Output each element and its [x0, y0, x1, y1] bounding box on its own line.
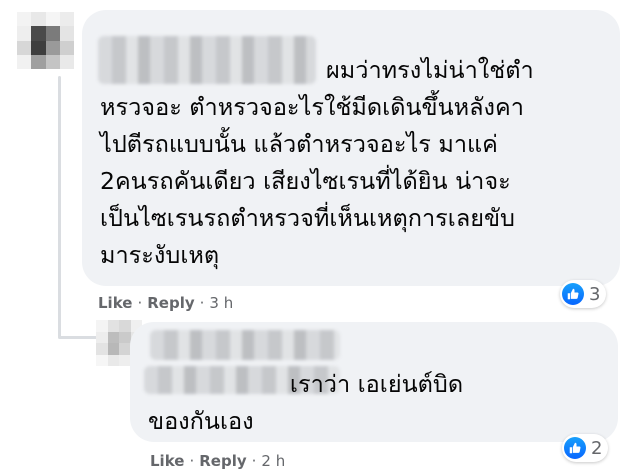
timestamp[interactable]: 2 h — [261, 452, 285, 470]
like-icon — [564, 437, 586, 459]
thread-line — [58, 76, 61, 338]
comment-text-line: เป็นไซเรนรถตำหรวจที่เห็นเหตุการเลยขับ — [100, 204, 515, 232]
comment-text: ผมว่าทรงไม่น่าใช่ตำหรวจอะ ตำหรวจอะไรใช้ม… — [100, 52, 534, 274]
like-icon — [562, 283, 584, 305]
separator: · — [199, 294, 205, 312]
comment-text-line: ผมว่าทรงไม่น่าใช่ตำ — [326, 56, 534, 84]
separator: · — [137, 294, 143, 312]
separator: · — [251, 452, 257, 470]
comment-text: เราว่า เอเย่นต์บิดของกันเอง — [148, 366, 463, 440]
timestamp[interactable]: 3 h — [209, 294, 233, 312]
reaction-count: 3 — [589, 283, 601, 305]
comment-actions: Like · Reply · 2 h — [150, 452, 285, 470]
comment-text-line: หรวจอะ ตำหรวจอะไรใช้มีดเดินขึ้นหลังคา — [100, 93, 524, 121]
comment-text-line: เราว่า เอเย่นต์บิด — [148, 370, 464, 398]
comment-text-line: ไปตีรถแบบนั้น แล้วตำหรวจอะไร มาแค่ — [100, 130, 498, 158]
comment-text-line: 2คนรถคันเดียว เสียงไซเรนที่ได้ยิน น่าจะ — [100, 167, 511, 195]
reply-button[interactable]: Reply — [199, 452, 246, 470]
comment-actions: Like · Reply · 3 h — [98, 294, 233, 312]
like-button[interactable]: Like — [150, 452, 184, 470]
reaction-summary[interactable]: 2 — [562, 434, 609, 462]
avatar[interactable] — [17, 12, 74, 69]
separator: · — [189, 452, 195, 470]
comment-text-line: ของกันเอง — [148, 407, 254, 435]
commenter-name-redacted[interactable] — [150, 330, 340, 360]
comment-text-line: มาระงับเหตุ — [100, 241, 220, 269]
reaction-count: 2 — [591, 437, 603, 459]
like-button[interactable]: Like — [98, 294, 132, 312]
reaction-summary[interactable]: 3 — [560, 280, 607, 308]
reply-button[interactable]: Reply — [147, 294, 194, 312]
